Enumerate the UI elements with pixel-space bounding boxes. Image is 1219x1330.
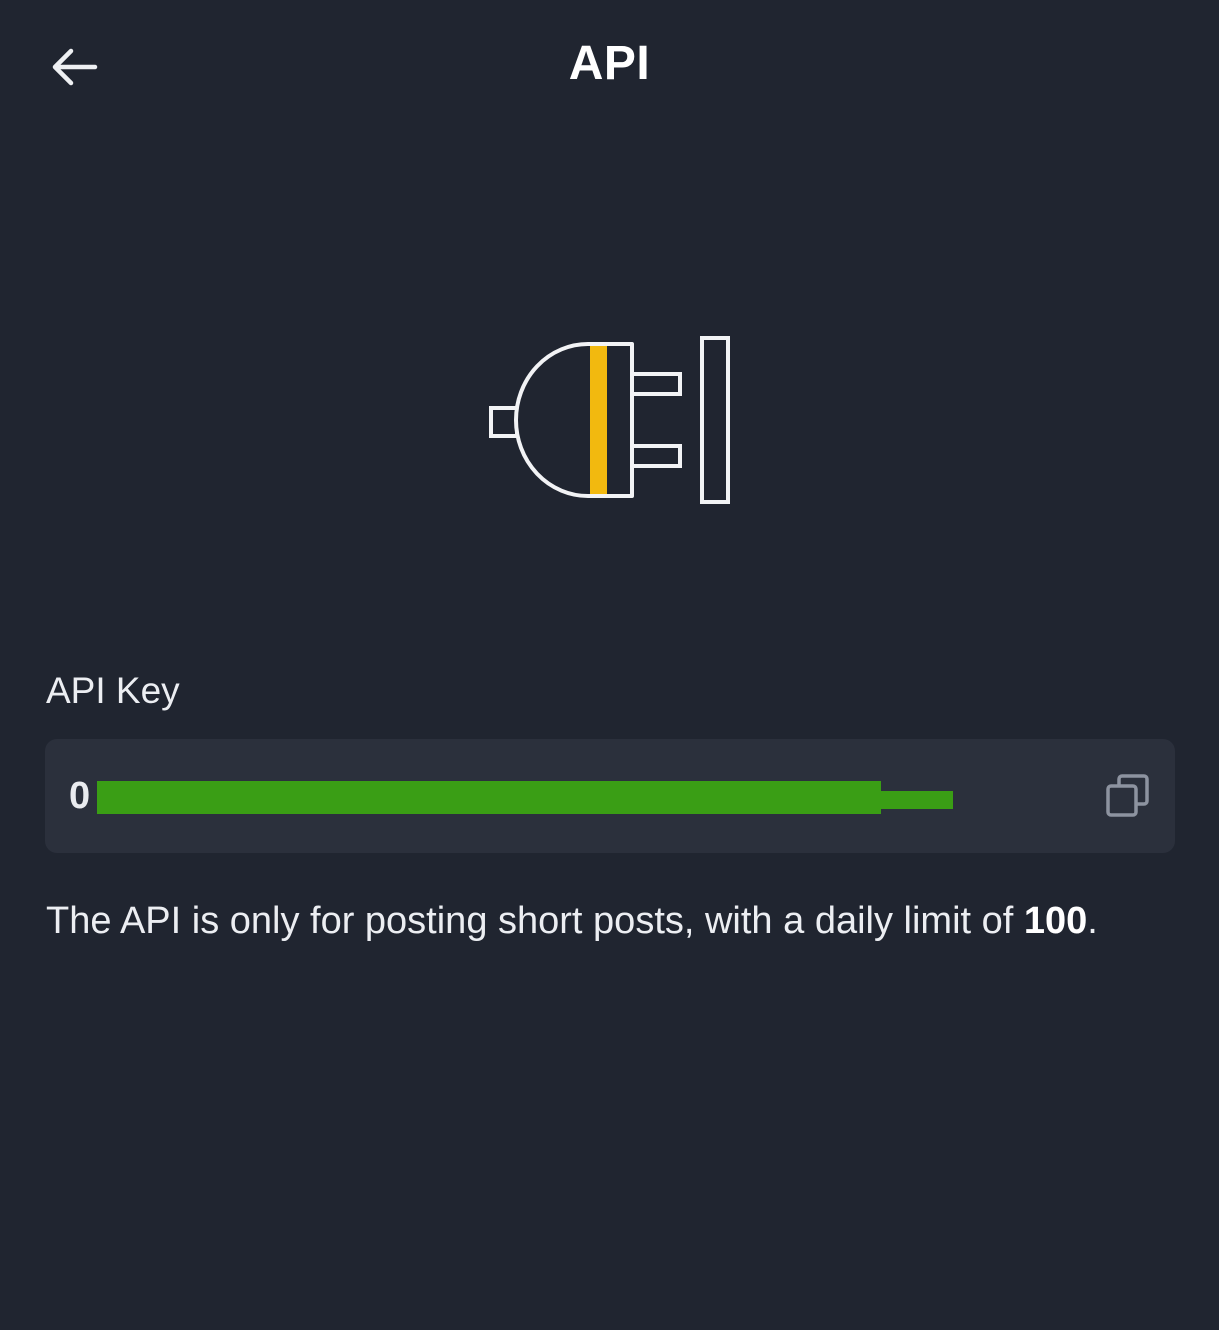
page-title: API: [568, 37, 651, 90]
api-key-label: API Key: [46, 670, 180, 711]
copy-button[interactable]: [1105, 773, 1151, 819]
copy-icon: [1106, 774, 1149, 817]
redaction-overlay: [97, 781, 953, 814]
api-description: The API is only for posting short posts,…: [46, 888, 1176, 954]
api-key-value[interactable]: 0: [69, 775, 91, 818]
api-key-field[interactable]: 0: [45, 739, 1175, 853]
plug-illustration: [480, 330, 740, 510]
header-bar: API: [0, 0, 1219, 134]
daily-limit-value: 100: [1023, 900, 1088, 942]
description-text: The API is only for posting short posts,…: [46, 900, 1014, 942]
plug-icon: [489, 336, 730, 504]
description-end: .: [1087, 900, 1098, 942]
